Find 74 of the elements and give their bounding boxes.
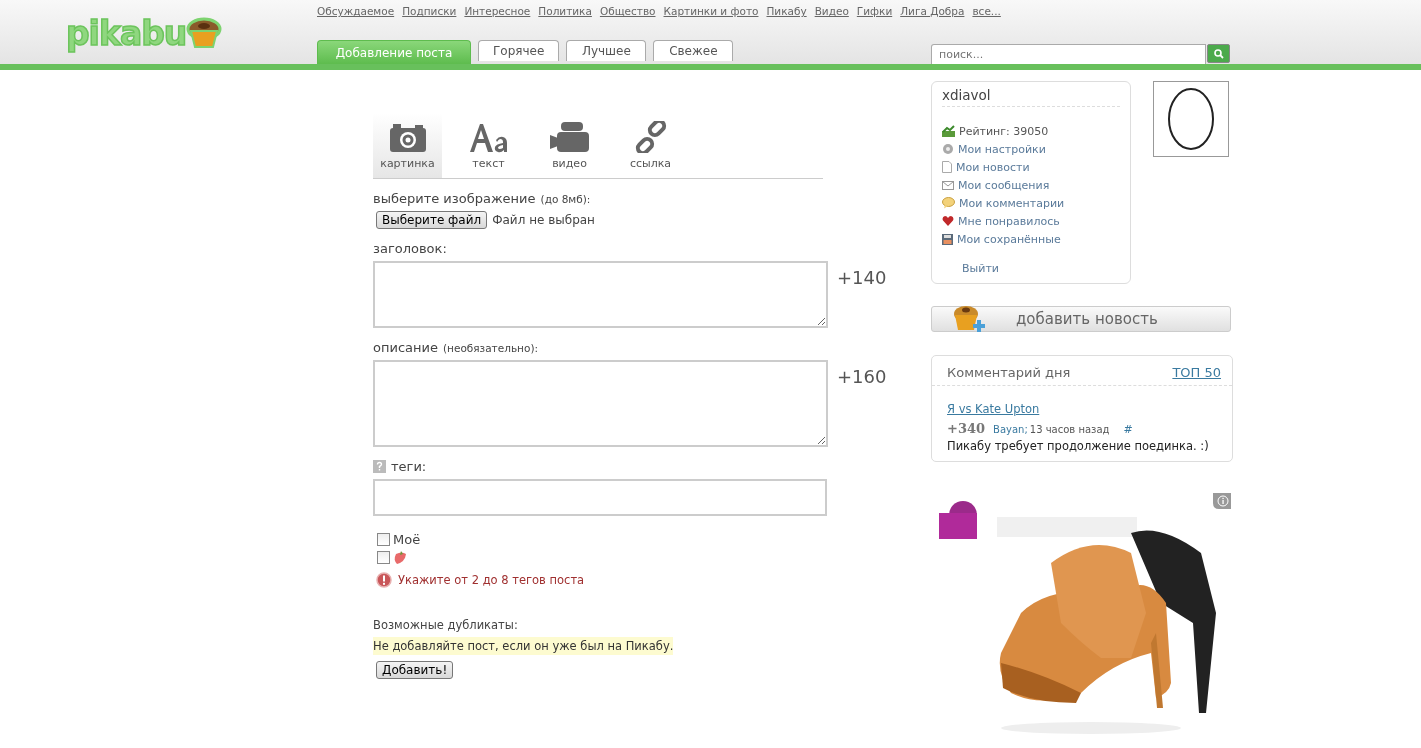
post-link[interactable]: Я vs Kate Upton <box>947 402 1040 416</box>
top-link[interactable]: ТОП 50 <box>1172 365 1221 380</box>
menu-link[interactable]: Мои сохранённые <box>957 232 1061 246</box>
letters-icon <box>468 123 509 153</box>
checkbox[interactable] <box>377 532 390 546</box>
menu-link[interactable]: Мои сообщения <box>958 178 1050 192</box>
nav-link[interactable]: все... <box>972 5 1001 35</box>
description-field[interactable] <box>373 360 828 447</box>
strawberry-icon <box>393 549 407 565</box>
card-title: Комментарий дня <box>947 365 1071 380</box>
nav-tab[interactable]: Лучшее <box>566 40 647 61</box>
field-note: (необязательно): <box>442 341 539 354</box>
gear-icon <box>942 143 954 155</box>
comment-time: 13 часов назад <box>1029 424 1110 435</box>
heart-icon <box>942 215 954 227</box>
nav-link[interactable]: Общество <box>599 5 656 35</box>
speech-bubble-icon <box>942 197 955 209</box>
search-field[interactable]: поиск... <box>931 44 1207 64</box>
menu-link[interactable]: Мои настройки <box>958 142 1046 156</box>
character-counter: +160 <box>837 366 887 387</box>
envelope-icon <box>942 180 954 190</box>
info-icon[interactable] <box>1213 493 1231 509</box>
checkbox-label: Моё <box>393 531 421 547</box>
field-note: (до 8мб): <box>540 192 591 205</box>
menu-link[interactable]: Мои комментарии <box>959 196 1065 210</box>
nav-tab[interactable]: Горячее <box>478 40 560 61</box>
author-link[interactable]: Bayan; <box>993 424 1028 435</box>
nav-link[interactable]: Интересное <box>464 5 531 35</box>
muffin-icon <box>186 17 223 49</box>
nav-link[interactable]: Видео <box>814 5 849 35</box>
help-icon[interactable] <box>373 460 386 473</box>
document-icon <box>942 161 952 173</box>
field-label: выберите изображение <box>373 191 536 206</box>
username: xdiavol <box>942 87 1120 107</box>
search-button[interactable] <box>1207 44 1230 63</box>
nav-link[interactable]: Политика <box>538 5 592 35</box>
nav-link[interactable]: Пикабу <box>766 5 807 35</box>
add-news-button[interactable]: добавить новость <box>931 306 1231 332</box>
duplicates-notice: Не добавляйте пост, если он уже был на Пикабу. <box>373 637 674 655</box>
choose-file-button[interactable]: Выберите файл <box>376 211 488 229</box>
submit-button[interactable]: Добавить! <box>376 661 454 679</box>
nav-link[interactable]: Обсуждаемое <box>317 5 395 35</box>
search-icon <box>1213 48 1224 59</box>
character-counter: +140 <box>837 267 887 288</box>
file-status: Файл не выбран <box>492 213 595 227</box>
tags-field[interactable] <box>373 479 827 516</box>
warning-icon <box>376 572 392 588</box>
link-icon <box>634 121 667 153</box>
checkbox[interactable] <box>377 550 390 564</box>
post-type-tab[interactable]: ссылка <box>616 113 685 178</box>
nav-link[interactable]: Картинки и фото <box>663 5 759 35</box>
post-type-tab[interactable]: текст <box>454 113 523 178</box>
post-type-tab[interactable]: видео <box>535 113 604 178</box>
comment-score: +340 <box>947 421 986 436</box>
field-label: теги: <box>391 459 427 474</box>
error-message: Укажите от 2 до 8 тегов поста <box>398 573 585 587</box>
comment-link[interactable]: # <box>1123 423 1133 436</box>
field-label: заголовок: <box>373 241 447 256</box>
chart-icon <box>942 125 955 137</box>
nav-tab[interactable]: Свежее <box>653 40 734 61</box>
nav-link[interactable]: Лига Добра <box>900 5 965 35</box>
rating-text: Рейтинг: 39050 <box>959 124 1049 138</box>
muffin-plus-icon <box>952 304 986 334</box>
duplicates-label: Возможные дубликаты: <box>373 618 519 632</box>
title-field[interactable] <box>373 261 828 328</box>
comment-text: Пикабу требует продолжение поединка. :) <box>947 439 1210 453</box>
nav-link[interactable]: Подписки <box>402 5 457 35</box>
menu-link[interactable]: Мне понравилось <box>958 214 1060 228</box>
camera-icon <box>388 123 427 153</box>
menu-link[interactable]: Мои новости <box>956 160 1030 174</box>
logout-link[interactable]: Выйти <box>962 262 1120 275</box>
video-camera-icon <box>548 121 591 153</box>
field-label: описание <box>373 340 438 355</box>
nav-link[interactable]: Гифки <box>856 5 893 35</box>
